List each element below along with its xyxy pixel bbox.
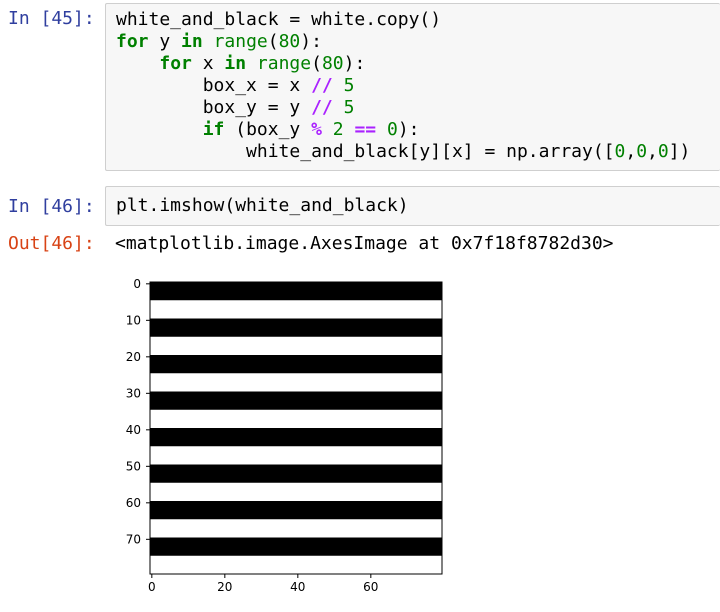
imshow-plot: 0 10 20 30 40 50 60 70 0 20 40 60 <box>126 277 443 594</box>
input-prompt: In [46]: <box>8 196 95 217</box>
black-stripe <box>150 391 442 410</box>
code-editor[interactable]: plt.imshow(white_and_black) <box>116 195 409 217</box>
y-tick-label: 60 <box>126 496 141 510</box>
y-tick-label: 10 <box>126 313 141 327</box>
x-tick-label: 0 <box>148 580 156 594</box>
black-stripe <box>150 355 442 374</box>
y-tick-label: 20 <box>126 350 141 364</box>
image-stripes <box>150 282 442 574</box>
black-stripe <box>150 282 442 301</box>
y-tick-label: 30 <box>126 386 141 400</box>
y-tick-label: 50 <box>126 459 141 473</box>
input-prompt: In [45]: <box>8 8 95 29</box>
black-stripe <box>150 501 442 520</box>
black-stripe <box>150 318 442 337</box>
x-tick-label: 60 <box>363 580 378 594</box>
x-axis-ticks: 0 20 40 60 <box>148 574 378 594</box>
y-tick-label: 70 <box>126 532 141 546</box>
code-input-area[interactable]: white_and_black = white.copy() for y in … <box>105 3 720 171</box>
black-stripe <box>150 428 442 447</box>
black-stripe <box>150 464 442 483</box>
x-tick-label: 40 <box>290 580 305 594</box>
black-stripe <box>150 537 442 556</box>
x-tick-label: 20 <box>217 580 232 594</box>
y-axis-ticks: 0 10 20 30 40 50 60 70 <box>126 277 150 546</box>
code-editor[interactable]: white_and_black = white.copy() for y in … <box>116 9 690 163</box>
output-text: <matplotlib.image.AxesImage at 0x7f18f87… <box>115 233 614 254</box>
y-tick-label: 40 <box>126 423 141 437</box>
output-prompt: Out[46]: <box>8 233 95 254</box>
code-input-area[interactable]: plt.imshow(white_and_black) <box>105 186 720 226</box>
y-tick-label: 0 <box>133 277 141 291</box>
